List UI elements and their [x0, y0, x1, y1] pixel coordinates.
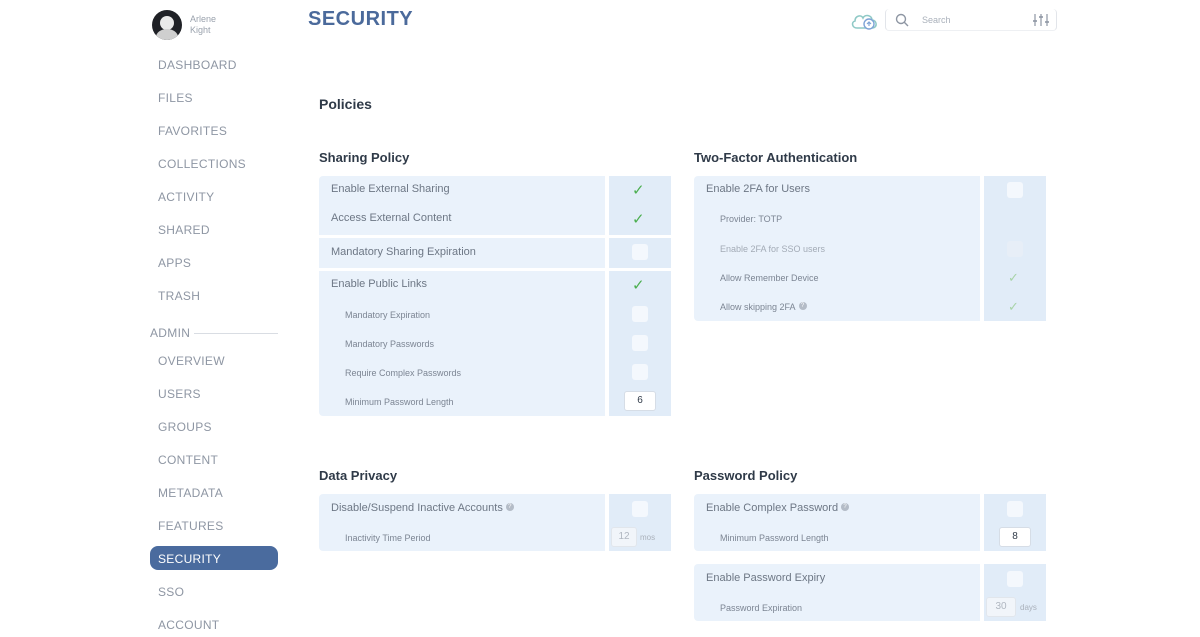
column-divider	[605, 494, 609, 551]
disable-inactive-accounts-checkbox[interactable]	[632, 501, 648, 517]
column-divider	[605, 176, 609, 416]
mandatory-sharing-expiration-label: Mandatory Sharing Expiration	[331, 246, 476, 258]
enable-public-links-checkbox[interactable]: ✓	[632, 277, 645, 293]
help-icon[interactable]: ?	[505, 503, 514, 511]
allow-skipping-2fa-label: Allow skipping 2FA?	[720, 302, 807, 312]
enable-complex-password-label: Enable Complex Password?	[706, 502, 850, 514]
allow-remember-device-label: Allow Remember Device	[720, 273, 819, 283]
enable-2fa-sso-label: Enable 2FA for SSO users	[720, 244, 826, 254]
help-icon[interactable]: ?	[841, 503, 850, 511]
filter-sliders-icon[interactable]	[1032, 12, 1050, 28]
sidebar-item-apps[interactable]: APPS	[158, 256, 191, 270]
sidebar: Arlene Kight DASHBOARD FILES FAVORITES C…	[0, 0, 300, 637]
require-complex-passwords-label: Require Complex Passwords	[345, 368, 462, 378]
inactivity-period-label: Inactivity Time Period	[345, 533, 431, 543]
enable-password-expiry-label: Enable Password Expiry	[706, 572, 826, 584]
inactivity-unit: mos	[640, 533, 656, 542]
sidebar-item-features[interactable]: FEATURES	[158, 519, 224, 533]
inactivity-period-input[interactable]: 12	[611, 527, 637, 547]
user-name: Arlene Kight	[190, 14, 217, 35]
sidebar-item-sso[interactable]: SSO	[158, 585, 184, 599]
row-separator	[319, 235, 671, 238]
enable-password-expiry-checkbox[interactable]	[1007, 571, 1023, 587]
column-divider	[980, 176, 984, 321]
enable-complex-password-text: Enable Complex Password	[706, 502, 839, 514]
allow-remember-device-checkbox[interactable]: ✓	[1008, 271, 1019, 287]
search-input[interactable]	[922, 12, 1022, 28]
sidebar-item-dashboard[interactable]: DASHBOARD	[158, 58, 237, 72]
password-minimum-length-input[interactable]: 8	[999, 527, 1031, 547]
allow-skipping-2fa-checkbox[interactable]: ✓	[1008, 300, 1019, 316]
sharing-policy-title: Sharing Policy	[319, 150, 410, 165]
mandatory-expiration-checkbox[interactable]	[632, 306, 648, 322]
policies-heading: Policies	[319, 96, 372, 112]
column-divider	[980, 494, 984, 551]
allow-skipping-2fa-text: Allow skipping 2FA	[720, 302, 796, 312]
sidebar-item-users[interactable]: USERS	[158, 387, 201, 401]
data-privacy-panel: Disable/Suspend Inactive Accounts? Inact…	[319, 494, 671, 551]
avatar[interactable]	[152, 10, 182, 40]
help-icon[interactable]: ?	[798, 302, 807, 310]
sharing-policy-panel: Enable External Sharing ✓ Access Externa…	[319, 176, 671, 416]
provider-label: Provider: TOTP	[720, 214, 783, 224]
enable-external-sharing-checkbox[interactable]: ✓	[632, 182, 645, 198]
sidebar-item-favorites[interactable]: FAVORITES	[158, 124, 227, 138]
mandatory-sharing-expiration-checkbox[interactable]	[632, 244, 648, 260]
sidebar-item-collections[interactable]: COLLECTIONS	[158, 157, 246, 171]
admin-label: ADMIN	[150, 326, 191, 340]
two-factor-panel: Enable 2FA for Users Provider: TOTP Enab…	[694, 176, 1046, 321]
user-profile[interactable]: Arlene Kight	[152, 10, 230, 40]
minimum-password-length-label: Minimum Password Length	[345, 397, 454, 407]
password-expiration-input[interactable]: 30	[986, 597, 1016, 617]
password-policy-title: Password Policy	[694, 468, 798, 483]
section-divider	[194, 332, 279, 334]
sidebar-item-groups[interactable]: GROUPS	[158, 420, 212, 434]
sidebar-section-admin: ADMIN	[150, 326, 279, 340]
password-expiration-label: Password Expiration	[720, 603, 803, 613]
require-complex-passwords-checkbox[interactable]	[632, 364, 648, 380]
enable-2fa-sso-checkbox[interactable]	[1007, 241, 1023, 257]
sidebar-item-activity[interactable]: ACTIVITY	[158, 190, 214, 204]
cloud-sync-icon[interactable]	[850, 10, 880, 32]
minimum-password-length-input[interactable]: 6	[624, 391, 656, 411]
access-external-content-label: Access External Content	[331, 212, 452, 224]
sidebar-item-overview[interactable]: OVERVIEW	[158, 354, 225, 368]
password-expiry-panel: Enable Password Expiry Password Expirati…	[694, 564, 1046, 621]
enable-2fa-checkbox[interactable]	[1007, 182, 1023, 198]
sidebar-item-files[interactable]: FILES	[158, 91, 193, 105]
sidebar-item-account[interactable]: ACCOUNT	[158, 618, 219, 632]
enable-public-links-label: Enable Public Links	[331, 278, 428, 290]
sidebar-item-trash[interactable]: TRASH	[158, 289, 200, 303]
password-minimum-length-label: Minimum Password Length	[720, 533, 829, 543]
sidebar-item-content[interactable]: CONTENT	[158, 453, 218, 467]
search-box[interactable]	[885, 9, 1057, 31]
mandatory-expiration-label: Mandatory Expiration	[345, 310, 431, 320]
enable-complex-password-checkbox[interactable]	[1007, 501, 1023, 517]
enable-2fa-label: Enable 2FA for Users	[706, 183, 810, 195]
sidebar-item-security[interactable]: SECURITY	[158, 552, 221, 566]
two-factor-title: Two-Factor Authentication	[694, 150, 858, 165]
disable-inactive-accounts-text: Disable/Suspend Inactive Accounts	[331, 502, 503, 514]
data-privacy-title: Data Privacy	[319, 468, 398, 483]
mandatory-passwords-checkbox[interactable]	[632, 335, 648, 351]
row-separator	[319, 268, 671, 271]
disable-inactive-accounts-label: Disable/Suspend Inactive Accounts?	[331, 502, 514, 514]
access-external-content-checkbox[interactable]: ✓	[632, 211, 645, 227]
sidebar-item-shared[interactable]: SHARED	[158, 223, 210, 237]
enable-external-sharing-label: Enable External Sharing	[331, 183, 450, 195]
column-divider	[980, 564, 984, 621]
search-icon[interactable]	[894, 12, 910, 28]
page-title: SECURITY	[308, 8, 414, 30]
password-complex-panel: Enable Complex Password? Minimum Passwor…	[694, 494, 1046, 551]
mandatory-passwords-label: Mandatory Passwords	[345, 339, 435, 349]
expiration-unit: days	[1020, 603, 1037, 612]
sidebar-item-metadata[interactable]: METADATA	[158, 486, 223, 500]
